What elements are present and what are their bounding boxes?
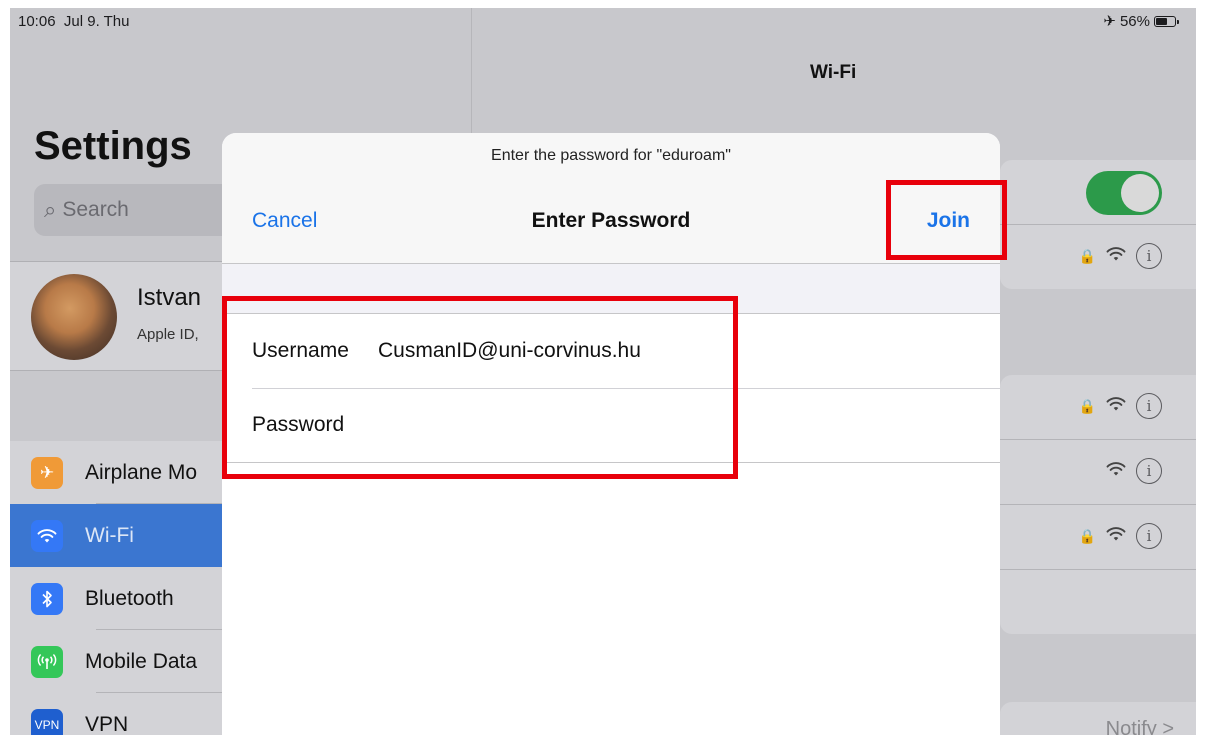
wifi-icon bbox=[31, 519, 63, 552]
sidebar-item-label: Wi-Fi bbox=[85, 523, 134, 547]
credentials-highlight-box bbox=[222, 296, 738, 479]
lock-icon: 🔒 bbox=[1078, 527, 1096, 544]
wifi-toggle-row bbox=[1000, 160, 1196, 225]
wifi-signal-icon bbox=[1106, 525, 1126, 548]
notify-value[interactable]: Notify > bbox=[1106, 718, 1174, 735]
avatar bbox=[31, 274, 117, 360]
profile-subtitle: Apple ID, bbox=[137, 326, 199, 343]
battery-icon bbox=[1154, 15, 1179, 27]
lock-icon: 🔒 bbox=[1078, 397, 1096, 414]
current-network-row[interactable]: 🔒 i bbox=[1000, 225, 1196, 289]
networks-card: 🔒 i i 🔒 i bbox=[1000, 375, 1196, 634]
other-network-row[interactable] bbox=[1000, 570, 1196, 634]
info-icon[interactable]: i bbox=[1136, 458, 1162, 484]
wifi-signal-icon bbox=[1106, 245, 1126, 268]
ask-to-join-card: Notify > bbox=[1000, 702, 1196, 735]
dialog-body bbox=[222, 463, 1000, 735]
status-indicators: ✈ 56% bbox=[1103, 12, 1179, 30]
airplane-icon: ✈ bbox=[31, 456, 63, 489]
sidebar-item-label: Airplane Mo bbox=[85, 460, 198, 484]
dialog-prompt: Enter the password for "eduroam" bbox=[491, 147, 731, 164]
cancel-button[interactable]: Cancel bbox=[252, 209, 317, 233]
wifi-toggle-card: 🔒 i bbox=[1000, 160, 1196, 289]
lock-icon: 🔒 bbox=[1078, 247, 1096, 264]
profile-name: Istvan bbox=[137, 284, 202, 311]
sidebar-item-label: VPN bbox=[85, 712, 129, 735]
network-row[interactable]: i bbox=[1000, 440, 1196, 505]
airplane-mode-icon: ✈ bbox=[1103, 13, 1116, 30]
info-icon[interactable]: i bbox=[1136, 523, 1162, 549]
battery-percent: 56% bbox=[1119, 12, 1150, 30]
dialog-title: Enter Password bbox=[531, 209, 691, 232]
search-placeholder: Search bbox=[62, 198, 129, 221]
wifi-panel-title: Wi-Fi bbox=[810, 62, 857, 83]
info-icon[interactable]: i bbox=[1136, 393, 1162, 419]
join-highlight-box bbox=[886, 180, 1007, 260]
sidebar-item-label: Bluetooth bbox=[85, 586, 174, 610]
wifi-signal-icon bbox=[1106, 460, 1126, 483]
network-row[interactable]: 🔒 i bbox=[1000, 375, 1196, 440]
dialog-header: Enter the password for "eduroam" Enter P… bbox=[222, 133, 1000, 264]
antenna-icon bbox=[31, 645, 63, 678]
ipad-screen: 10:06 Jul 9. Thu ✈ 56% Settings ⌕ Search… bbox=[10, 8, 1196, 735]
network-row[interactable]: 🔒 i bbox=[1000, 505, 1196, 570]
settings-title: Settings bbox=[34, 124, 192, 168]
wifi-signal-icon bbox=[1106, 395, 1126, 418]
info-icon[interactable]: i bbox=[1136, 243, 1162, 269]
bluetooth-icon bbox=[31, 582, 63, 615]
wifi-toggle[interactable] bbox=[1086, 171, 1162, 215]
sidebar-item-label: Mobile Data bbox=[85, 649, 198, 673]
vpn-icon: VPN bbox=[31, 708, 63, 735]
search-icon: ⌕ bbox=[44, 197, 57, 222]
